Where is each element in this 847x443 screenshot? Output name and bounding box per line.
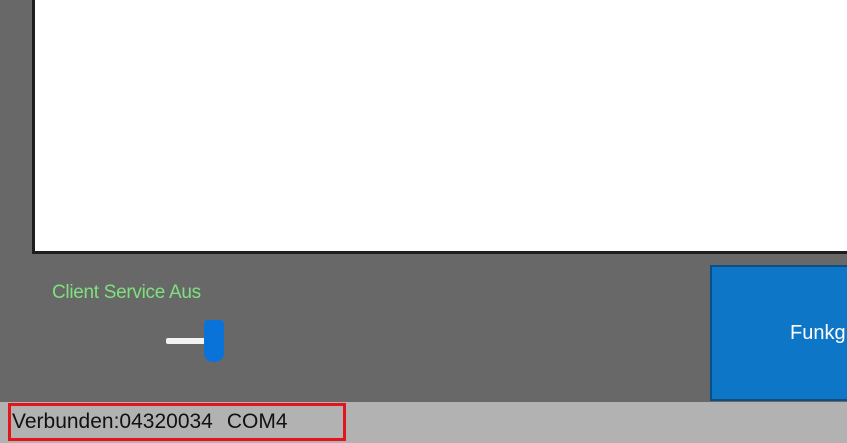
status-bar: Verbunden:04320034 COM4 [0,402,847,443]
function-button[interactable]: Funkg [710,265,847,401]
function-button-label: Funkg [790,321,846,344]
connection-status: Verbunden:04320034 COM4 [8,403,346,441]
com-port-text: COM4 [226,410,288,433]
client-service-toggle[interactable] [164,318,230,366]
connection-status-text: Verbunden:04320034 [12,410,213,433]
client-service-label: Client Service Aus [52,282,201,303]
output-panel [32,0,847,254]
toggle-thumb[interactable] [204,320,224,362]
app-window: Client Service Aus Funkg Verbunden:04320… [0,0,847,443]
